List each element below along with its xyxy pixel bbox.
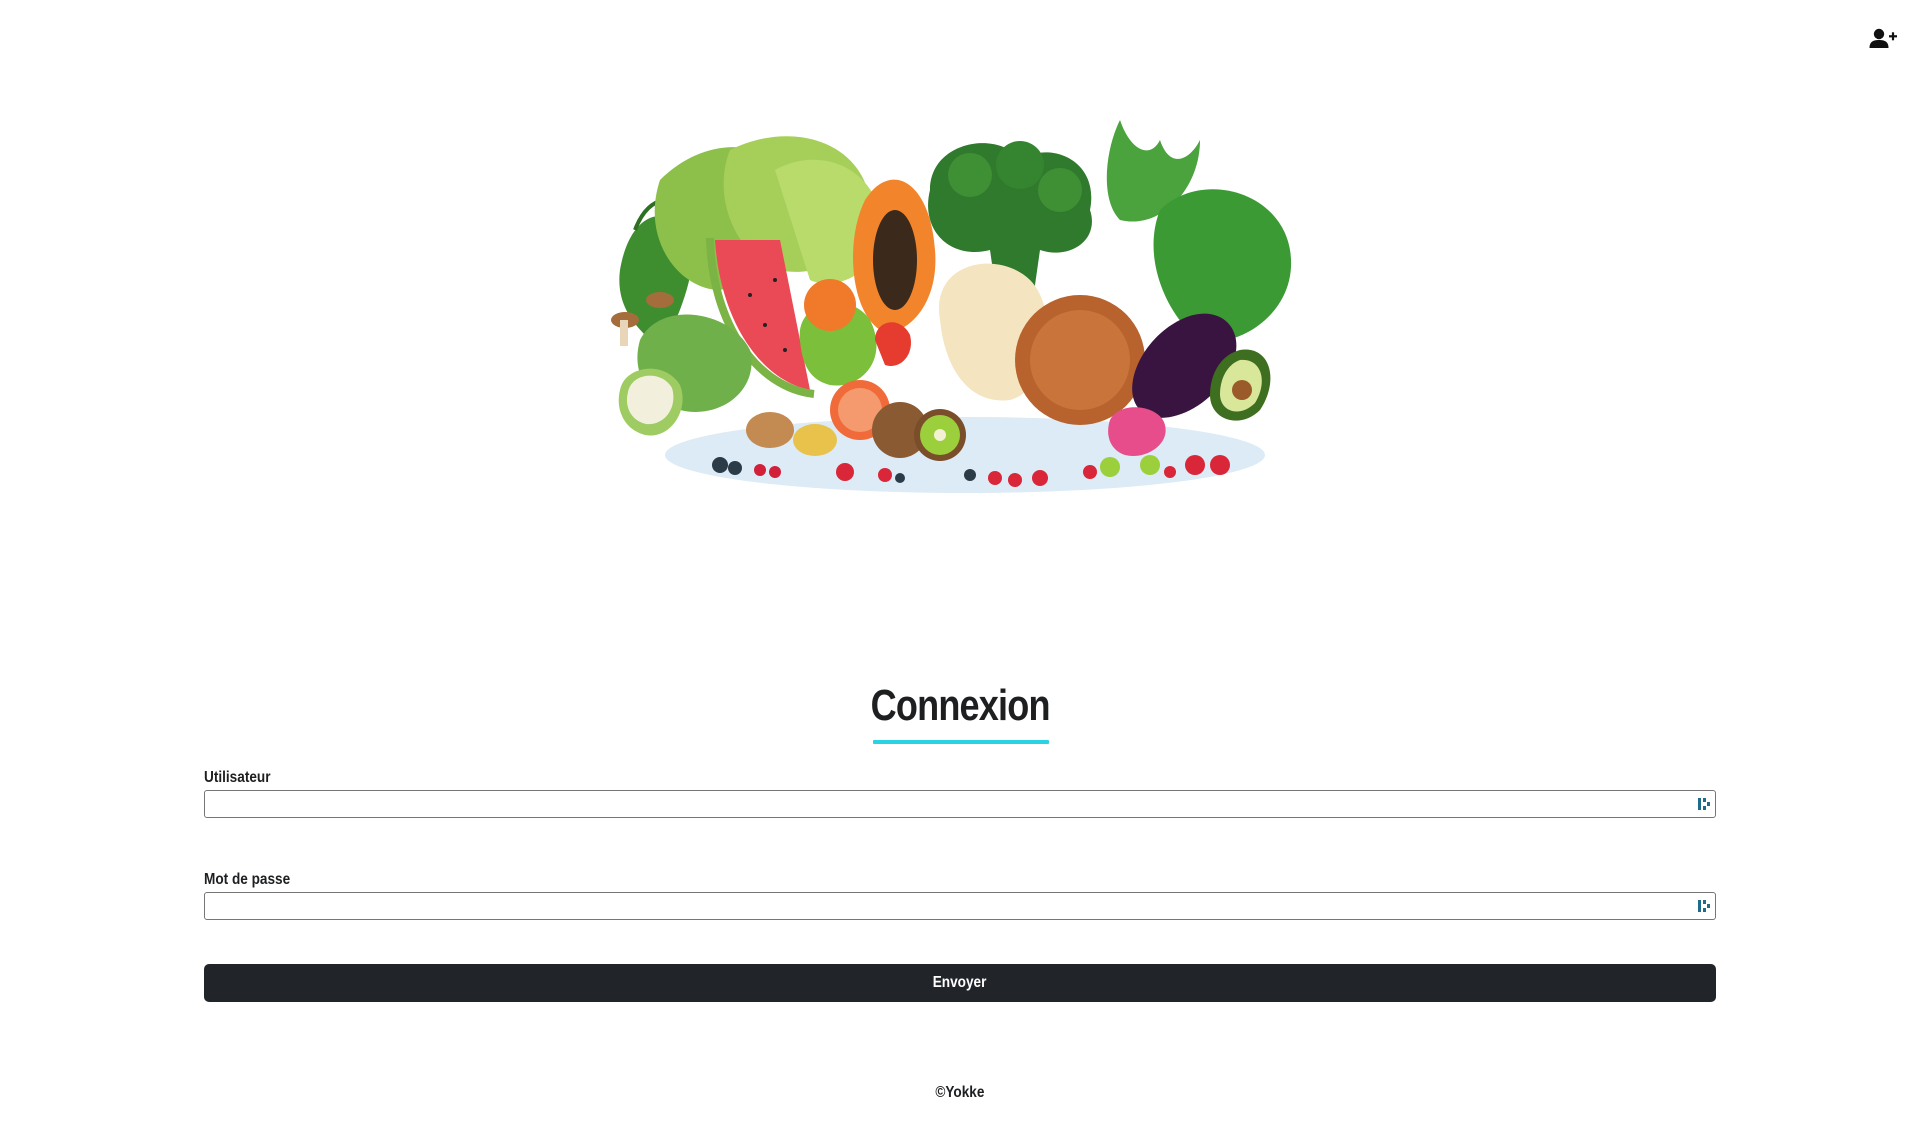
title-underline <box>873 740 1049 744</box>
username-input[interactable] <box>205 791 1715 817</box>
footer: ©Yokke <box>0 1084 1920 1102</box>
password-input[interactable] <box>205 893 1715 919</box>
password-label: Mot de passe <box>204 871 291 888</box>
copyright-text: ©Yokke <box>935 1084 985 1101</box>
add-user-icon[interactable] <box>1868 26 1898 52</box>
submit-button[interactable]: Envoyer <box>204 964 1716 1002</box>
password-field-box <box>204 892 1716 920</box>
password-manager-icon[interactable] <box>1697 898 1711 914</box>
username-field-box <box>204 790 1716 818</box>
password-manager-icon[interactable] <box>1697 796 1711 812</box>
hero-illustration <box>600 120 1330 500</box>
login-title-wrap: Connexion <box>0 680 1920 732</box>
login-form: Utilisateur Mot de passe <box>204 768 1716 920</box>
username-label: Utilisateur <box>204 769 271 786</box>
page-title: Connexion <box>870 681 1050 730</box>
submit-button-label: Envoyer <box>933 974 987 991</box>
